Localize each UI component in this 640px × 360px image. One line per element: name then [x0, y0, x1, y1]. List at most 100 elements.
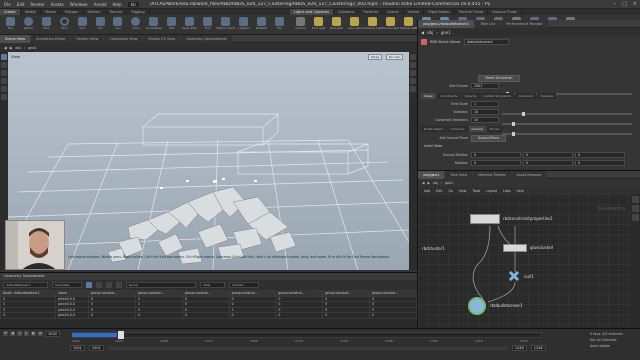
- substeps-field[interactable]: 10: [471, 109, 499, 115]
- play-reverse-icon[interactable]: ◁: [17, 331, 22, 336]
- tab-animation-editor[interactable]: Animation Editor: [31, 34, 71, 43]
- spreadsheet-intrinsic-menu[interactable]: Intrinsic: [229, 281, 259, 288]
- view-tool-icon[interactable]: [1, 94, 7, 100]
- tab-take-list[interactable]: Take List: [475, 19, 501, 28]
- ground-position-x[interactable]: 0: [471, 152, 521, 158]
- end-frame-field[interactable]: 1248: [530, 345, 546, 351]
- menu-windows[interactable]: Windows: [70, 2, 88, 7]
- menu-edit[interactable]: Edit: [17, 2, 25, 7]
- path-geo1[interactable]: geo1: [28, 46, 37, 50]
- timeline-track[interactable]: [72, 332, 542, 338]
- time-scale-slider[interactable]: [502, 112, 632, 116]
- tool-box[interactable]: Box: [3, 17, 18, 34]
- ground-position-z[interactable]: 0: [575, 152, 625, 158]
- network-canvas[interactable]: Geometry rbdconstraintproperties1 rbdclu…: [418, 194, 640, 329]
- constraint-iterations-field[interactable]: 10: [471, 117, 499, 123]
- tool-torus[interactable]: Torus: [57, 17, 72, 34]
- menu-labs[interactable]: Labs: [503, 189, 510, 193]
- tool-area-light[interactable]: Area Light: [347, 17, 362, 34]
- network-tool-icon[interactable]: [632, 196, 639, 203]
- tool-font[interactable]: Font: [200, 17, 215, 34]
- constraint-iterations-slider[interactable]: [502, 132, 632, 136]
- start-frame-field[interactable]: 1001: [70, 345, 85, 351]
- tab-ground[interactable]: Ground: [468, 126, 486, 132]
- tab-composite-view[interactable]: Composite View: [104, 34, 143, 43]
- current-frame-field[interactable]: 1020: [45, 331, 60, 337]
- tab-asset-browser[interactable]: Asset Browser: [511, 170, 547, 179]
- tab-material-palette[interactable]: Material Palette: [473, 170, 511, 179]
- tab-performance-monitor[interactable]: Performance Monitor: [501, 19, 548, 28]
- tab-impacts[interactable]: Impacts: [461, 93, 480, 99]
- tool-spot-light[interactable]: Spot Light: [329, 17, 344, 34]
- tool-spray-paint[interactable]: Spray Paint: [182, 17, 197, 34]
- menu-view[interactable]: View: [459, 189, 467, 193]
- menu-render[interactable]: Render: [30, 2, 44, 7]
- play-icon[interactable]: ▷: [24, 331, 29, 336]
- tab-scene-view[interactable]: Scene View: [0, 34, 31, 43]
- tool-point-light[interactable]: Point Light: [311, 17, 326, 34]
- reset-simulation-button[interactable]: Reset Simulation: [478, 75, 520, 82]
- tool-circle[interactable]: Circle: [128, 17, 143, 34]
- menu-add[interactable]: Add: [424, 189, 430, 193]
- tool-curve[interactable]: Curve Bezier: [146, 17, 162, 34]
- tab-motion-fx-view[interactable]: Motion FX View: [143, 34, 181, 43]
- range-start-field[interactable]: 1001: [88, 345, 104, 351]
- back-arrow-icon[interactable]: ◀: [421, 30, 424, 35]
- range-slider[interactable]: [107, 346, 508, 350]
- shaded-icon[interactable]: [410, 70, 416, 76]
- tool-file[interactable]: File: [272, 17, 287, 34]
- forward-arrow-icon[interactable]: ▶: [427, 181, 429, 185]
- ground-type-menu[interactable]: Ground Plane: [471, 135, 506, 142]
- menu-layout[interactable]: Layout: [486, 189, 497, 193]
- spreadsheet-group-field[interactable]: Group: [126, 281, 196, 288]
- scale-tool-icon[interactable]: [1, 78, 7, 84]
- tab-visualize[interactable]: Visualize: [537, 93, 557, 99]
- menu-arnold[interactable]: Arnold: [94, 2, 107, 7]
- auto-update-menu[interactable]: Auto Update: [590, 344, 623, 348]
- tab-solver[interactable]: Solver: [421, 93, 437, 99]
- handle-tool-icon[interactable]: [1, 86, 7, 92]
- tool-line[interactable]: Line: [111, 17, 126, 34]
- lighting-icon[interactable]: [410, 78, 416, 84]
- jump-start-icon[interactable]: ⏮: [3, 331, 8, 336]
- start-frame-field[interactable]: 1001: [471, 83, 499, 89]
- timeline-playhead[interactable]: [118, 331, 124, 339]
- move-tool-icon[interactable]: [1, 62, 7, 68]
- tab-geometry-spreadsheet[interactable]: Geometry Spreadsheet: [181, 34, 232, 43]
- tab-render-view[interactable]: Render View: [71, 34, 104, 43]
- wireframe-icon[interactable]: [410, 62, 416, 68]
- network-tool-icon[interactable]: [632, 214, 639, 221]
- ground-position-y[interactable]: 0: [523, 152, 573, 158]
- tab-advanced[interactable]: Advanced: [515, 93, 537, 99]
- node-name-field[interactable]: rbdbulletsolver1: [463, 39, 509, 45]
- step-back-icon[interactable]: ◀: [10, 331, 15, 336]
- vertices-icon[interactable]: [96, 281, 102, 288]
- back-arrow-icon[interactable]: ◀: [4, 46, 7, 50]
- range-end-field[interactable]: 1248: [511, 345, 527, 351]
- path-geo1[interactable]: geo1: [441, 30, 451, 35]
- path-obj[interactable]: obj: [433, 181, 438, 185]
- tab-constraints[interactable]: Constraints: [437, 93, 461, 99]
- tab-collisions[interactable]: Collisions: [447, 126, 468, 132]
- null-node[interactable]: [508, 270, 520, 282]
- 3d-viewport[interactable]: View Persp No cam Left mouse tumbles. Mi…: [8, 52, 409, 270]
- tab-node-path[interactable]: /obj/geo1/rbdbulletsolver1: [418, 19, 475, 28]
- camera-view-icon[interactable]: [410, 86, 416, 92]
- spreadsheet-node-field[interactable]: rbdbulletsolver1: [3, 281, 48, 288]
- desktop-selector[interactable]: bb: [127, 2, 139, 7]
- spreadsheet-view-menu[interactable]: View: [200, 281, 225, 288]
- initial-state-section[interactable]: Initial State: [424, 144, 442, 148]
- menu-file[interactable]: File: [4, 2, 11, 7]
- table-row[interactable]: 3 piece0-0-0 0 0 0 0 0 0 0: [0, 312, 417, 319]
- tool-path[interactable]: Path: [164, 17, 179, 34]
- tool-platonic[interactable]: Platonic Solids: [216, 17, 235, 34]
- back-arrow-icon[interactable]: ◀: [422, 181, 424, 185]
- spreadsheet-mode-menu[interactable]: Geometry: [52, 281, 82, 288]
- tab-update-simulation[interactable]: Update Simulation: [480, 93, 515, 99]
- primitives-icon[interactable]: [106, 281, 112, 288]
- tool-sphere[interactable]: Sphere: [21, 17, 36, 34]
- rotation-z[interactable]: 0: [575, 160, 625, 166]
- select-tool-icon[interactable]: [1, 54, 7, 60]
- time-scale-field[interactable]: 1: [471, 101, 499, 107]
- jump-end-icon[interactable]: ⏭: [38, 331, 43, 336]
